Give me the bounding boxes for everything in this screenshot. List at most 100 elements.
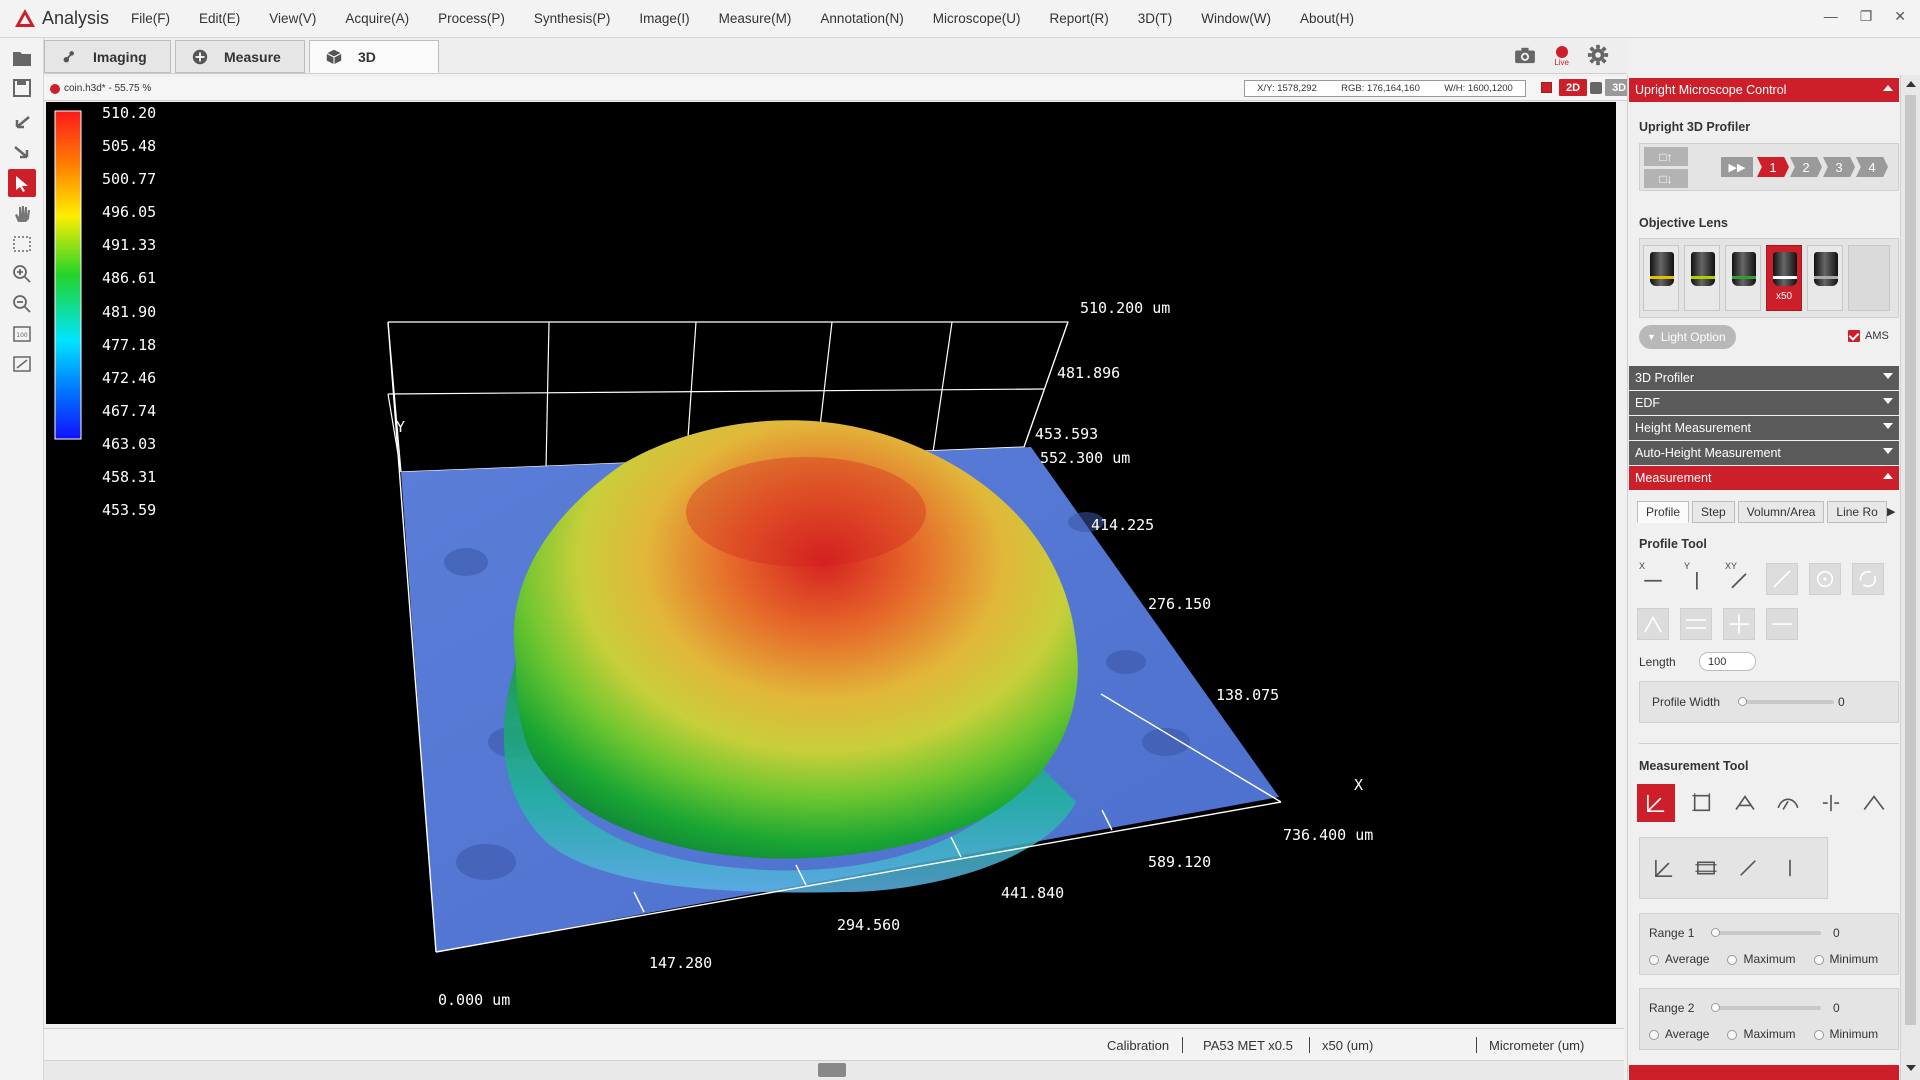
tab-line-roughness[interactable]: Line Ro — [1827, 501, 1887, 523]
range2-minimum-radio[interactable]: Minimum — [1813, 1027, 1878, 1041]
panel-header-microscope-control[interactable]: Upright Microscope Control — [1629, 78, 1899, 102]
slider-knob[interactable] — [1711, 1003, 1720, 1012]
open-folder-icon[interactable] — [8, 44, 36, 72]
objective-lens-1[interactable] — [1643, 245, 1679, 311]
menu-image[interactable]: Image(I) — [639, 11, 689, 26]
scroll-up-icon[interactable] — [1906, 81, 1916, 87]
measure-rect-tool[interactable] — [1686, 787, 1718, 819]
sub-height-tool[interactable] — [1648, 852, 1680, 884]
panel-scrollbar[interactable] — [1900, 75, 1920, 1080]
range2-maximum-radio[interactable]: Maximum — [1727, 1027, 1796, 1041]
save-icon[interactable] — [8, 74, 36, 102]
profile-y-tool[interactable]: Y — [1680, 561, 1712, 595]
3d-viewport[interactable]: 510.20 505.48 500.77 496.05 491.33 486.6… — [46, 102, 1616, 1024]
ams-checkbox[interactable]: AMS — [1848, 330, 1889, 342]
step-3-button[interactable]: 3 — [1823, 157, 1855, 177]
slider-knob[interactable] — [1711, 928, 1720, 937]
sub-vline-tool[interactable] — [1774, 852, 1806, 884]
minimize-icon[interactable]: — — [1824, 8, 1838, 25]
tab-measure[interactable]: Measure — [175, 40, 305, 73]
menu-report[interactable]: Report(R) — [1049, 11, 1108, 26]
redo-icon[interactable] — [8, 138, 36, 166]
splitter-handle[interactable] — [818, 1063, 846, 1077]
measure-radius-tool[interactable] — [1772, 787, 1804, 819]
objective-lens-4-selected[interactable]: x50 — [1766, 245, 1802, 311]
profile-parallel-tool[interactable] — [1680, 608, 1712, 640]
z-up-button[interactable]: □↑ — [1644, 147, 1688, 166]
mode-2d-button[interactable]: 2D — [1559, 79, 1588, 96]
select-arrow-icon[interactable] — [8, 169, 36, 197]
scroll-down-icon[interactable] — [1906, 1065, 1916, 1071]
live-record-icon[interactable]: Live — [1554, 46, 1569, 67]
tab-volumn-area[interactable]: Volumn/Area — [1737, 501, 1825, 523]
range1-slider[interactable] — [1711, 931, 1821, 935]
mode-cube-icon[interactable] — [1590, 81, 1603, 94]
sub-line-tool[interactable] — [1732, 852, 1764, 884]
record-square-icon[interactable] — [1541, 82, 1552, 93]
menu-window[interactable]: Window(W) — [1201, 11, 1271, 26]
measure-peak-tool[interactable] — [1858, 787, 1890, 819]
gear-icon[interactable] — [1587, 44, 1609, 69]
profile-x-tool[interactable]: X — [1637, 561, 1669, 595]
close-icon[interactable]: ✕ — [1894, 8, 1906, 25]
rect-select-icon[interactable] — [8, 230, 36, 258]
zoom-out-icon[interactable] — [8, 290, 36, 318]
section-auto-height-measurement[interactable]: Auto-Height Measurement — [1629, 441, 1899, 465]
document-title[interactable]: coin.h3d* - 55.75 % — [50, 83, 151, 94]
tab-step[interactable]: Step — [1692, 501, 1735, 523]
measure-height-tool[interactable] — [1637, 784, 1675, 822]
profile-angle-tool[interactable] — [1637, 608, 1669, 640]
range1-average-radio[interactable]: Average — [1649, 952, 1709, 966]
section-3d-profiler[interactable]: 3D Profiler — [1629, 366, 1899, 390]
profile-width-slider[interactable] — [1738, 700, 1834, 704]
profile-free-line-tool[interactable] — [1766, 563, 1798, 595]
menu-synthesis[interactable]: Synthesis(P) — [534, 11, 611, 26]
profile-arc-tool[interactable] — [1852, 563, 1884, 595]
measure-angle-tool[interactable] — [1729, 787, 1761, 819]
scroll-thumb[interactable] — [1905, 95, 1916, 1025]
objective-lens-3[interactable] — [1725, 245, 1761, 311]
step-1-button[interactable]: 1 — [1757, 157, 1789, 177]
range2-slider[interactable] — [1711, 1006, 1821, 1010]
slider-knob[interactable] — [1738, 697, 1747, 706]
menu-acquire[interactable]: Acquire(A) — [345, 11, 409, 26]
status-calibration[interactable]: Calibration — [1107, 1038, 1169, 1053]
restore-icon[interactable]: ❐ — [1860, 8, 1873, 25]
section-measurement[interactable]: Measurement — [1629, 466, 1899, 490]
measure-distance-tool[interactable] — [1815, 787, 1847, 819]
actual-size-icon[interactable]: 100 — [8, 320, 36, 348]
range1-maximum-radio[interactable]: Maximum — [1727, 952, 1796, 966]
objective-lens-2[interactable] — [1684, 245, 1720, 311]
tab-scroll-right-icon[interactable]: ▶ — [1887, 505, 1895, 518]
menu-microscope[interactable]: Microscope(U) — [933, 11, 1021, 26]
menu-measure[interactable]: Measure(M) — [719, 11, 792, 26]
section-edf[interactable]: EDF — [1629, 391, 1899, 415]
menu-3d[interactable]: 3D(T) — [1138, 11, 1173, 26]
fast-forward-button[interactable]: ▶▶ — [1721, 157, 1753, 177]
profile-circle-tool[interactable] — [1809, 563, 1841, 595]
step-4-button[interactable]: 4 — [1856, 157, 1888, 177]
tab-profile[interactable]: Profile — [1637, 501, 1690, 523]
menu-edit[interactable]: Edit(E) — [199, 11, 240, 26]
length-input[interactable]: 100 — [1699, 652, 1756, 671]
objective-lens-5[interactable] — [1807, 245, 1843, 311]
objective-lens-empty[interactable] — [1848, 245, 1890, 311]
camera-icon[interactable] — [1514, 46, 1536, 67]
step-2-button[interactable]: 2 — [1790, 157, 1822, 177]
menu-annotation[interactable]: Annotation(N) — [820, 11, 903, 26]
profile-cross-tool[interactable] — [1723, 608, 1755, 640]
undo-icon[interactable] — [8, 108, 36, 136]
z-down-button[interactable]: □↓ — [1644, 169, 1688, 188]
profile-xy-tool[interactable]: XY — [1723, 561, 1755, 595]
menu-view[interactable]: View(V) — [269, 11, 316, 26]
light-option-button[interactable]: ▼ Light Option — [1639, 325, 1736, 349]
profile-hline-tool[interactable] — [1766, 608, 1798, 640]
range2-average-radio[interactable]: Average — [1649, 1027, 1709, 1041]
section-height-measurement[interactable]: Height Measurement — [1629, 416, 1899, 440]
sub-step-tool[interactable] — [1690, 852, 1722, 884]
menu-file[interactable]: File(F) — [131, 11, 170, 26]
range1-minimum-radio[interactable]: Minimum — [1813, 952, 1878, 966]
tab-imaging[interactable]: Imaging — [44, 40, 171, 73]
tab-3d[interactable]: 3D — [309, 40, 439, 73]
pan-hand-icon[interactable] — [8, 200, 36, 228]
